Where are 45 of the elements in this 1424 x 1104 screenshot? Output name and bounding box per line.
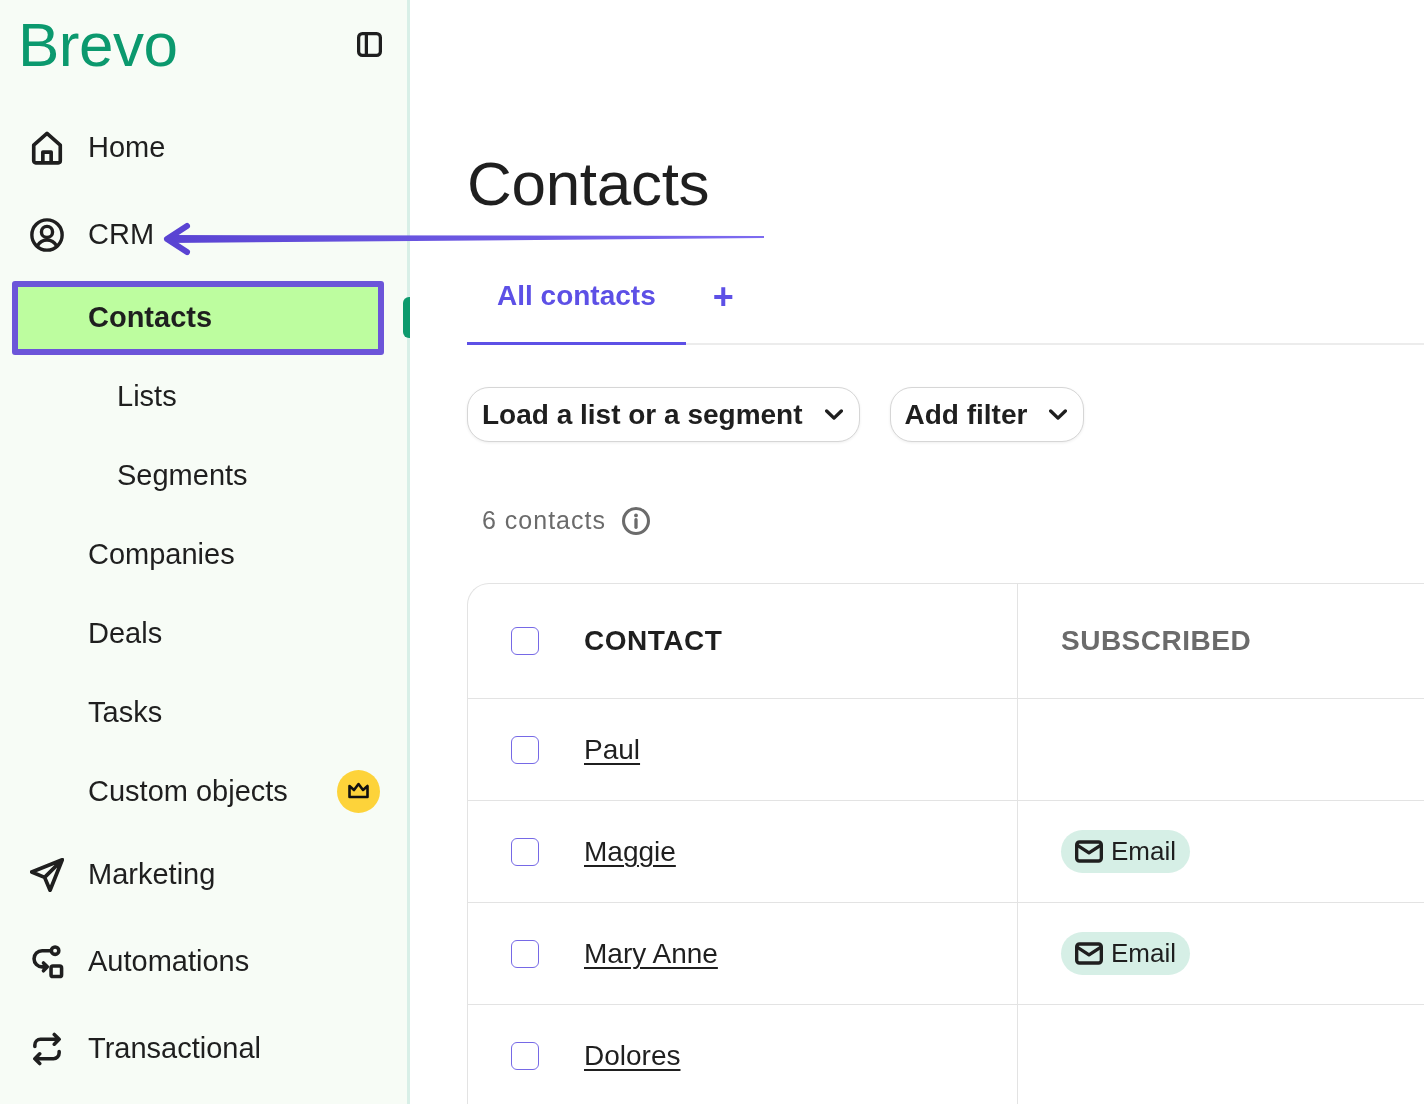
chevron-down-icon <box>1049 409 1068 420</box>
nav-item[interactable]: Deals <box>12 596 384 671</box>
swap-arrows-icon <box>30 1031 64 1066</box>
tag-label: Email <box>1111 938 1176 969</box>
checkbox[interactable] <box>511 837 539 866</box>
column-header: SUBSCRIBED <box>1061 625 1252 657</box>
checkbox[interactable] <box>511 735 539 764</box>
contact-name-link[interactable]: Maggie <box>584 835 676 868</box>
envelope-icon <box>1075 840 1103 863</box>
paper-plane-icon <box>30 857 64 892</box>
nav-item[interactable]: Segments <box>12 438 384 513</box>
contact-name-link[interactable]: Paul <box>584 733 641 766</box>
page-title: Contacts <box>467 148 710 220</box>
active-indicator <box>403 297 410 338</box>
nav-item[interactable]: Tasks <box>12 675 384 750</box>
filter-dropdown[interactable]: Load a list or a segment <box>467 387 860 442</box>
sidebar-panel-icon <box>357 32 382 57</box>
checkbox[interactable] <box>511 939 539 968</box>
add-tab-button[interactable]: + <box>709 276 737 317</box>
user-circle-icon <box>30 217 64 252</box>
contact-name-link[interactable]: Dolores <box>584 1039 681 1072</box>
checkbox[interactable] <box>511 627 539 655</box>
filter-dropdown[interactable]: Add filter <box>889 387 1085 442</box>
column-header: CONTACT <box>584 625 723 657</box>
brand-logo: Brevo <box>18 14 178 76</box>
info-icon <box>621 506 650 535</box>
nav-item[interactable]: Contacts <box>12 280 384 355</box>
tab[interactable]: All contacts <box>467 250 686 345</box>
home-icon <box>30 130 64 165</box>
nav-item[interactable]: Custom objects <box>12 754 386 829</box>
nav-item[interactable]: Lists <box>12 359 384 434</box>
nav-item[interactable]: Home <box>12 110 384 185</box>
nav-item[interactable]: Automations <box>12 924 384 999</box>
tag-label: Email <box>1111 836 1176 867</box>
nav-item[interactable]: Companies <box>12 517 384 592</box>
contact-name-link[interactable]: Mary Anne <box>584 937 718 970</box>
sidebar-toggle-button[interactable] <box>357 32 382 57</box>
checkbox[interactable] <box>511 1041 539 1070</box>
nav-item[interactable]: CRM <box>12 197 384 272</box>
contact-count: 6 contacts <box>482 506 606 535</box>
nav-item[interactable]: Transactional <box>12 1011 384 1086</box>
envelope-icon <box>1075 942 1103 965</box>
chevron-down-icon <box>824 409 843 420</box>
workflow-icon <box>30 944 64 979</box>
nav-item[interactable]: Marketing <box>12 837 384 912</box>
